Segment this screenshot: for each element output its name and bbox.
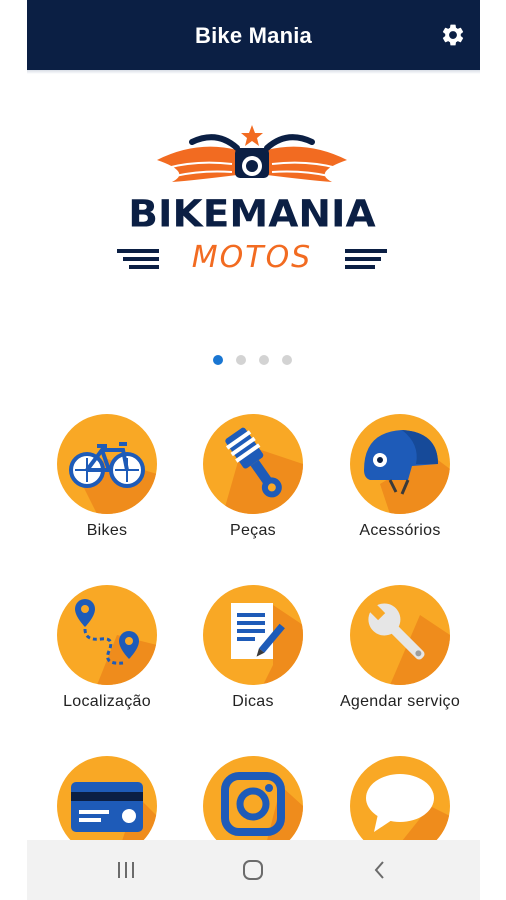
tile-circle — [57, 585, 157, 685]
carousel-dot-1[interactable] — [213, 355, 223, 365]
logo-wordmark: BIKEMANIA — [128, 193, 376, 236]
menu-item-label: Agendar serviço — [339, 693, 461, 710]
back-icon[interactable] — [365, 855, 395, 885]
menu-item-localizacao[interactable]: Localização — [32, 581, 182, 731]
logo-subtitle: MOTOS — [191, 240, 313, 275]
tile-circle — [203, 414, 303, 514]
wrench-icon — [366, 601, 425, 660]
tile-circle — [203, 585, 303, 685]
menu-item-acessorios[interactable]: Acessórios — [325, 410, 475, 560]
map-route-icon — [75, 599, 139, 665]
menu-item-dicas[interactable]: Dicas — [178, 581, 328, 731]
app-title: Bike Mania — [195, 23, 312, 48]
carousel-dot-4[interactable] — [282, 355, 292, 365]
tile-circle — [350, 414, 450, 514]
piston-icon — [225, 427, 282, 498]
tile-circle — [350, 585, 450, 685]
menu-item-label: Peças — [230, 522, 276, 539]
tile-circle — [57, 414, 157, 514]
document-edit-icon — [231, 603, 285, 659]
bicycle-icon — [69, 442, 145, 488]
menu-item-bikes[interactable]: Bikes — [32, 410, 182, 560]
carousel-dot-3[interactable] — [259, 355, 269, 365]
app-bar: Bike Mania — [27, 0, 480, 70]
gear-icon[interactable] — [440, 22, 466, 48]
app-screen: Bike Mania BIKEMANIA MOTOS Bikes Peças A… — [27, 0, 480, 900]
menu-item-label: Acessórios — [359, 522, 441, 539]
menu-item-pecas[interactable]: Peças — [178, 410, 328, 560]
home-icon[interactable] — [238, 855, 268, 885]
menu-item-agendar-servico[interactable]: Agendar serviço — [325, 581, 475, 731]
screen-margin-left — [0, 0, 27, 900]
helmet-icon — [364, 430, 438, 495]
winged-handlebar-emblem — [157, 125, 347, 182]
carousel-dot-2[interactable] — [236, 355, 246, 365]
system-nav-bar — [27, 840, 480, 900]
brand-logo: BIKEMANIA MOTOS — [97, 120, 407, 285]
menu-item-label: Bikes — [86, 522, 128, 539]
screen-margin-right — [479, 0, 506, 900]
recents-icon[interactable] — [111, 855, 141, 885]
menu-item-label: Dicas — [232, 693, 274, 710]
menu-item-label: Localização — [63, 693, 151, 710]
app-bar-shadow — [27, 70, 480, 74]
